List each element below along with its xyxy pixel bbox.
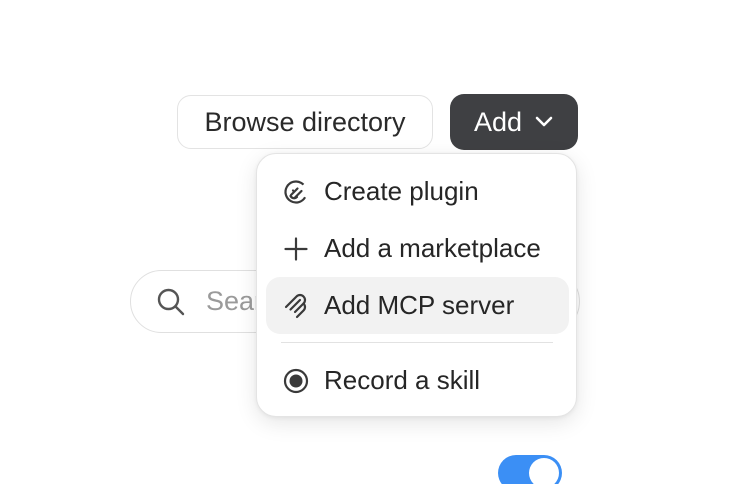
search-icon [155,286,187,318]
menu-item-record-skill[interactable]: Record a skill [266,352,569,409]
enable-toggle[interactable] [498,455,562,484]
chevron-down-icon [534,115,554,129]
menu-item-label: Create plugin [324,176,479,206]
search-placeholder: Sear [206,286,264,316]
app-window: Browse directory Add Sear Create plugin … [0,0,756,484]
add-button-label: Add [473,106,523,137]
toggle-knob [529,458,559,484]
menu-item-label: Add a marketplace [324,233,541,263]
browse-directory-label: Browse directory [204,106,406,137]
menu-item-add-marketplace[interactable]: Add a marketplace [266,220,569,277]
menu-divider [281,342,553,343]
menu-item-label: Add MCP server [324,290,515,320]
menu-item-label: Record a skill [324,365,481,395]
browse-directory-button[interactable]: Browse directory [177,95,433,149]
add-button[interactable]: Add [450,94,578,150]
mcp-server-icon [282,292,310,320]
menu-item-create-plugin[interactable]: Create plugin [266,163,569,220]
record-icon [282,367,310,395]
add-dropdown-menu: Create plugin Add a marketplace Add MCP … [256,153,577,417]
menu-item-add-mcp-server[interactable]: Add MCP server [266,277,569,334]
plugin-icon [282,178,310,206]
plus-icon [282,235,310,263]
